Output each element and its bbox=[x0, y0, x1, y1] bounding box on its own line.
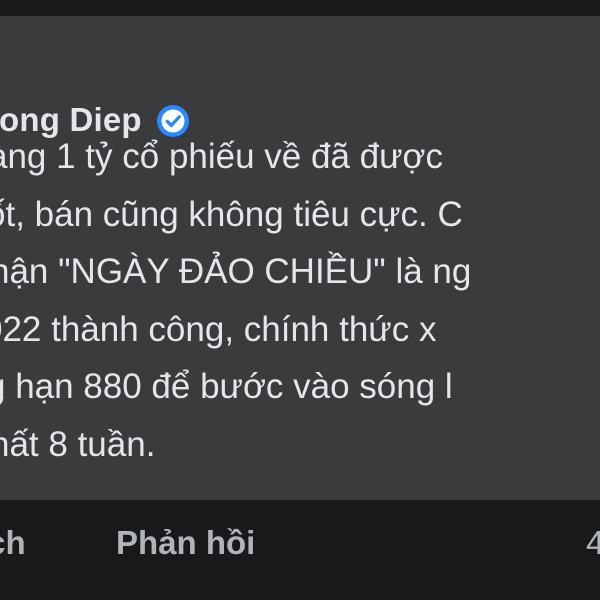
comment-line: 022 thành công, chính thức x bbox=[0, 309, 437, 349]
comment-line: hận "NGÀY ĐẢO CHIỀU" là ng bbox=[0, 252, 472, 291]
comment-line: àng 1 tỷ cổ phiếu về đã được bbox=[0, 137, 443, 176]
like-button[interactable]: ích bbox=[0, 524, 26, 562]
comment-line: hất 8 tuần. bbox=[0, 424, 156, 464]
comment-action-bar bbox=[0, 500, 600, 600]
comment-text: àng 1 tỷ cổ phiếu về đã được ốt, bán cũn… bbox=[0, 128, 600, 473]
top-background bbox=[0, 0, 600, 16]
comment-line: g hạn 880 để bước vào sóng l bbox=[0, 367, 453, 406]
reply-button[interactable]: Phản hồi bbox=[116, 524, 255, 562]
comment-line: ốt, bán cũng không tiêu cực. C bbox=[0, 194, 463, 234]
comment-timestamp[interactable]: 4 bbox=[586, 524, 600, 562]
